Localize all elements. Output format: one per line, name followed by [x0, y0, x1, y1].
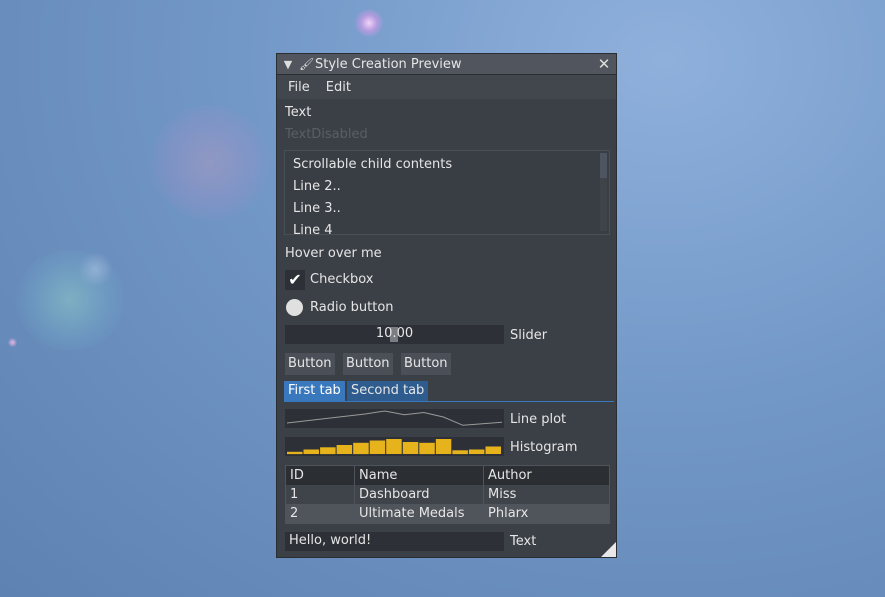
paintbrush-icon: 🖌	[299, 57, 315, 71]
window-title: Style Creation Preview	[315, 56, 462, 72]
triangle-down-icon[interactable]: ▼	[277, 58, 299, 71]
lens-flare	[150, 105, 270, 220]
line-plot-svg	[286, 410, 503, 426]
close-icon[interactable]: ✕	[592, 55, 616, 73]
child-line: Line 2..	[293, 179, 341, 194]
table-cell: Dashboard	[354, 485, 484, 504]
slider[interactable]: 10.00	[285, 325, 504, 344]
radio-button[interactable]	[286, 299, 303, 316]
histogram-bar	[336, 445, 353, 454]
line-plot-label: Line plot	[510, 412, 567, 427]
histogram-bar	[353, 442, 369, 455]
histogram-bar	[287, 451, 303, 455]
menu-bar: File Edit	[277, 75, 616, 99]
resize-grip[interactable]	[601, 542, 616, 557]
child-line: Scrollable child contents	[293, 157, 453, 172]
histogram-bar	[468, 449, 485, 454]
histogram[interactable]	[285, 437, 504, 456]
histogram-svg	[287, 439, 501, 455]
window-titlebar[interactable]: ▼ 🖌 Style Creation Preview ✕	[277, 54, 616, 75]
lens-flare	[8, 338, 17, 347]
line-plot[interactable]	[285, 409, 504, 428]
button-2[interactable]: Button	[343, 353, 393, 375]
line-plot-series	[286, 410, 503, 426]
histogram-bar	[452, 450, 468, 455]
histogram-bar	[435, 439, 452, 454]
tab-first[interactable]: First tab	[284, 381, 345, 401]
histogram-bar	[419, 442, 435, 455]
table-cell: Ultimate Medals	[354, 504, 484, 524]
button-3[interactable]: Button	[401, 353, 451, 375]
slider-label: Slider	[510, 328, 548, 343]
child-line: Line 4	[293, 223, 333, 235]
histogram-bar	[402, 442, 419, 454]
lens-flare	[15, 250, 125, 350]
lens-flare	[78, 252, 113, 287]
style-preview-window[interactable]: ▼ 🖌 Style Creation Preview ✕ File Edit T…	[276, 53, 617, 558]
table-cell: Miss	[483, 485, 610, 504]
column-header-author[interactable]: Author	[483, 465, 610, 485]
table-row[interactable]: 1 Dashboard Miss	[285, 485, 610, 504]
table-header-row: ID Name Author	[285, 465, 610, 485]
histogram-bar	[320, 447, 336, 455]
checkmark-icon: ✔	[288, 270, 302, 289]
button-1[interactable]: Button	[285, 353, 335, 375]
menu-file[interactable]: File	[280, 80, 318, 95]
lens-flare	[355, 9, 383, 37]
table-cell: Phlarx	[483, 504, 610, 524]
tab-underline	[284, 401, 614, 402]
column-header-name[interactable]: Name	[354, 465, 484, 485]
text-input[interactable]: Hello, world!	[285, 532, 504, 551]
menu-edit[interactable]: Edit	[318, 80, 359, 95]
histogram-label: Histogram	[510, 440, 578, 455]
checkbox-label: Checkbox	[310, 272, 374, 287]
text-disabled-label: TextDisabled	[285, 127, 368, 142]
checkbox[interactable]: ✔	[285, 270, 305, 290]
histogram-bar	[485, 446, 501, 454]
hover-text[interactable]: Hover over me	[285, 246, 382, 261]
histogram-bar	[386, 439, 402, 454]
child-scrollbar-thumb[interactable]	[600, 153, 607, 178]
tab-second[interactable]: Second tab	[347, 381, 429, 401]
text-input-value: Hello, world!	[289, 533, 372, 548]
text-input-label: Text	[510, 534, 537, 549]
text-label: Text	[285, 105, 312, 120]
data-table[interactable]: ID Name Author 1 Dashboard Miss 2 Ultima…	[285, 465, 610, 524]
slider-value: 10.00	[375, 326, 414, 341]
column-header-id[interactable]: ID	[285, 465, 355, 485]
table-cell: 1	[285, 485, 355, 504]
table-cell: 2	[285, 504, 355, 524]
child-line: Line 3..	[293, 201, 341, 216]
histogram-bar	[303, 449, 319, 454]
histogram-bar	[369, 440, 386, 454]
table-row[interactable]: 2 Ultimate Medals Phlarx	[285, 504, 610, 524]
scrollable-child[interactable]: Scrollable child contents Line 2.. Line …	[284, 150, 610, 235]
radio-label: Radio button	[310, 300, 394, 315]
